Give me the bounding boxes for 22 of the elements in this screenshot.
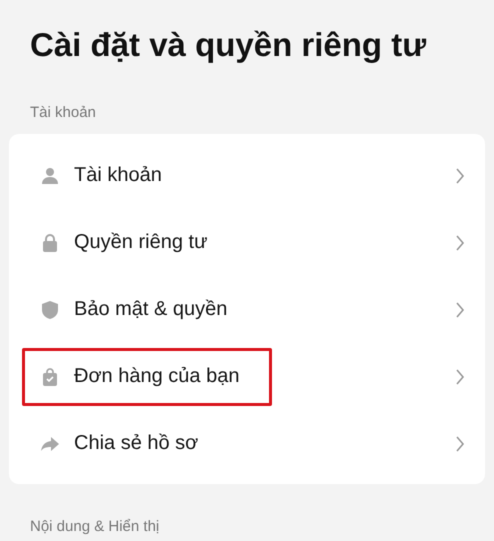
settings-row[interactable]: Đơn hàng của bạn — [9, 343, 485, 410]
row-label: Quyền riêng tư — [74, 231, 208, 254]
settings-row[interactable]: Quyền riêng tư — [9, 209, 485, 276]
section-label: Nội dung & Hiển thị — [30, 518, 160, 536]
page-title: Cài đặt và quyền riêng tư — [30, 25, 428, 65]
chevron-right-icon — [455, 168, 465, 184]
person-icon — [40, 166, 60, 186]
chevron-right-icon — [455, 234, 465, 250]
chevron-right-icon — [455, 302, 465, 318]
chevron-right-icon — [455, 436, 465, 452]
row-label: Tài khoản — [74, 164, 162, 187]
settings-row[interactable]: Chia sẻ hồ sơ — [9, 410, 485, 477]
row-label: Chia sẻ hồ sơ — [74, 432, 198, 455]
settings-row[interactable]: Bảo mật & quyền — [9, 276, 485, 343]
chevron-right-icon — [455, 368, 465, 384]
row-label: Đơn hàng của bạn — [74, 365, 240, 388]
shield-icon — [40, 300, 60, 320]
shopping-bag-icon — [40, 366, 60, 386]
section-label: Tài khoản — [30, 104, 97, 122]
settings-row[interactable]: Tài khoản — [9, 142, 485, 209]
row-label: Bảo mật & quyền — [74, 298, 228, 321]
lock-icon — [40, 232, 60, 252]
